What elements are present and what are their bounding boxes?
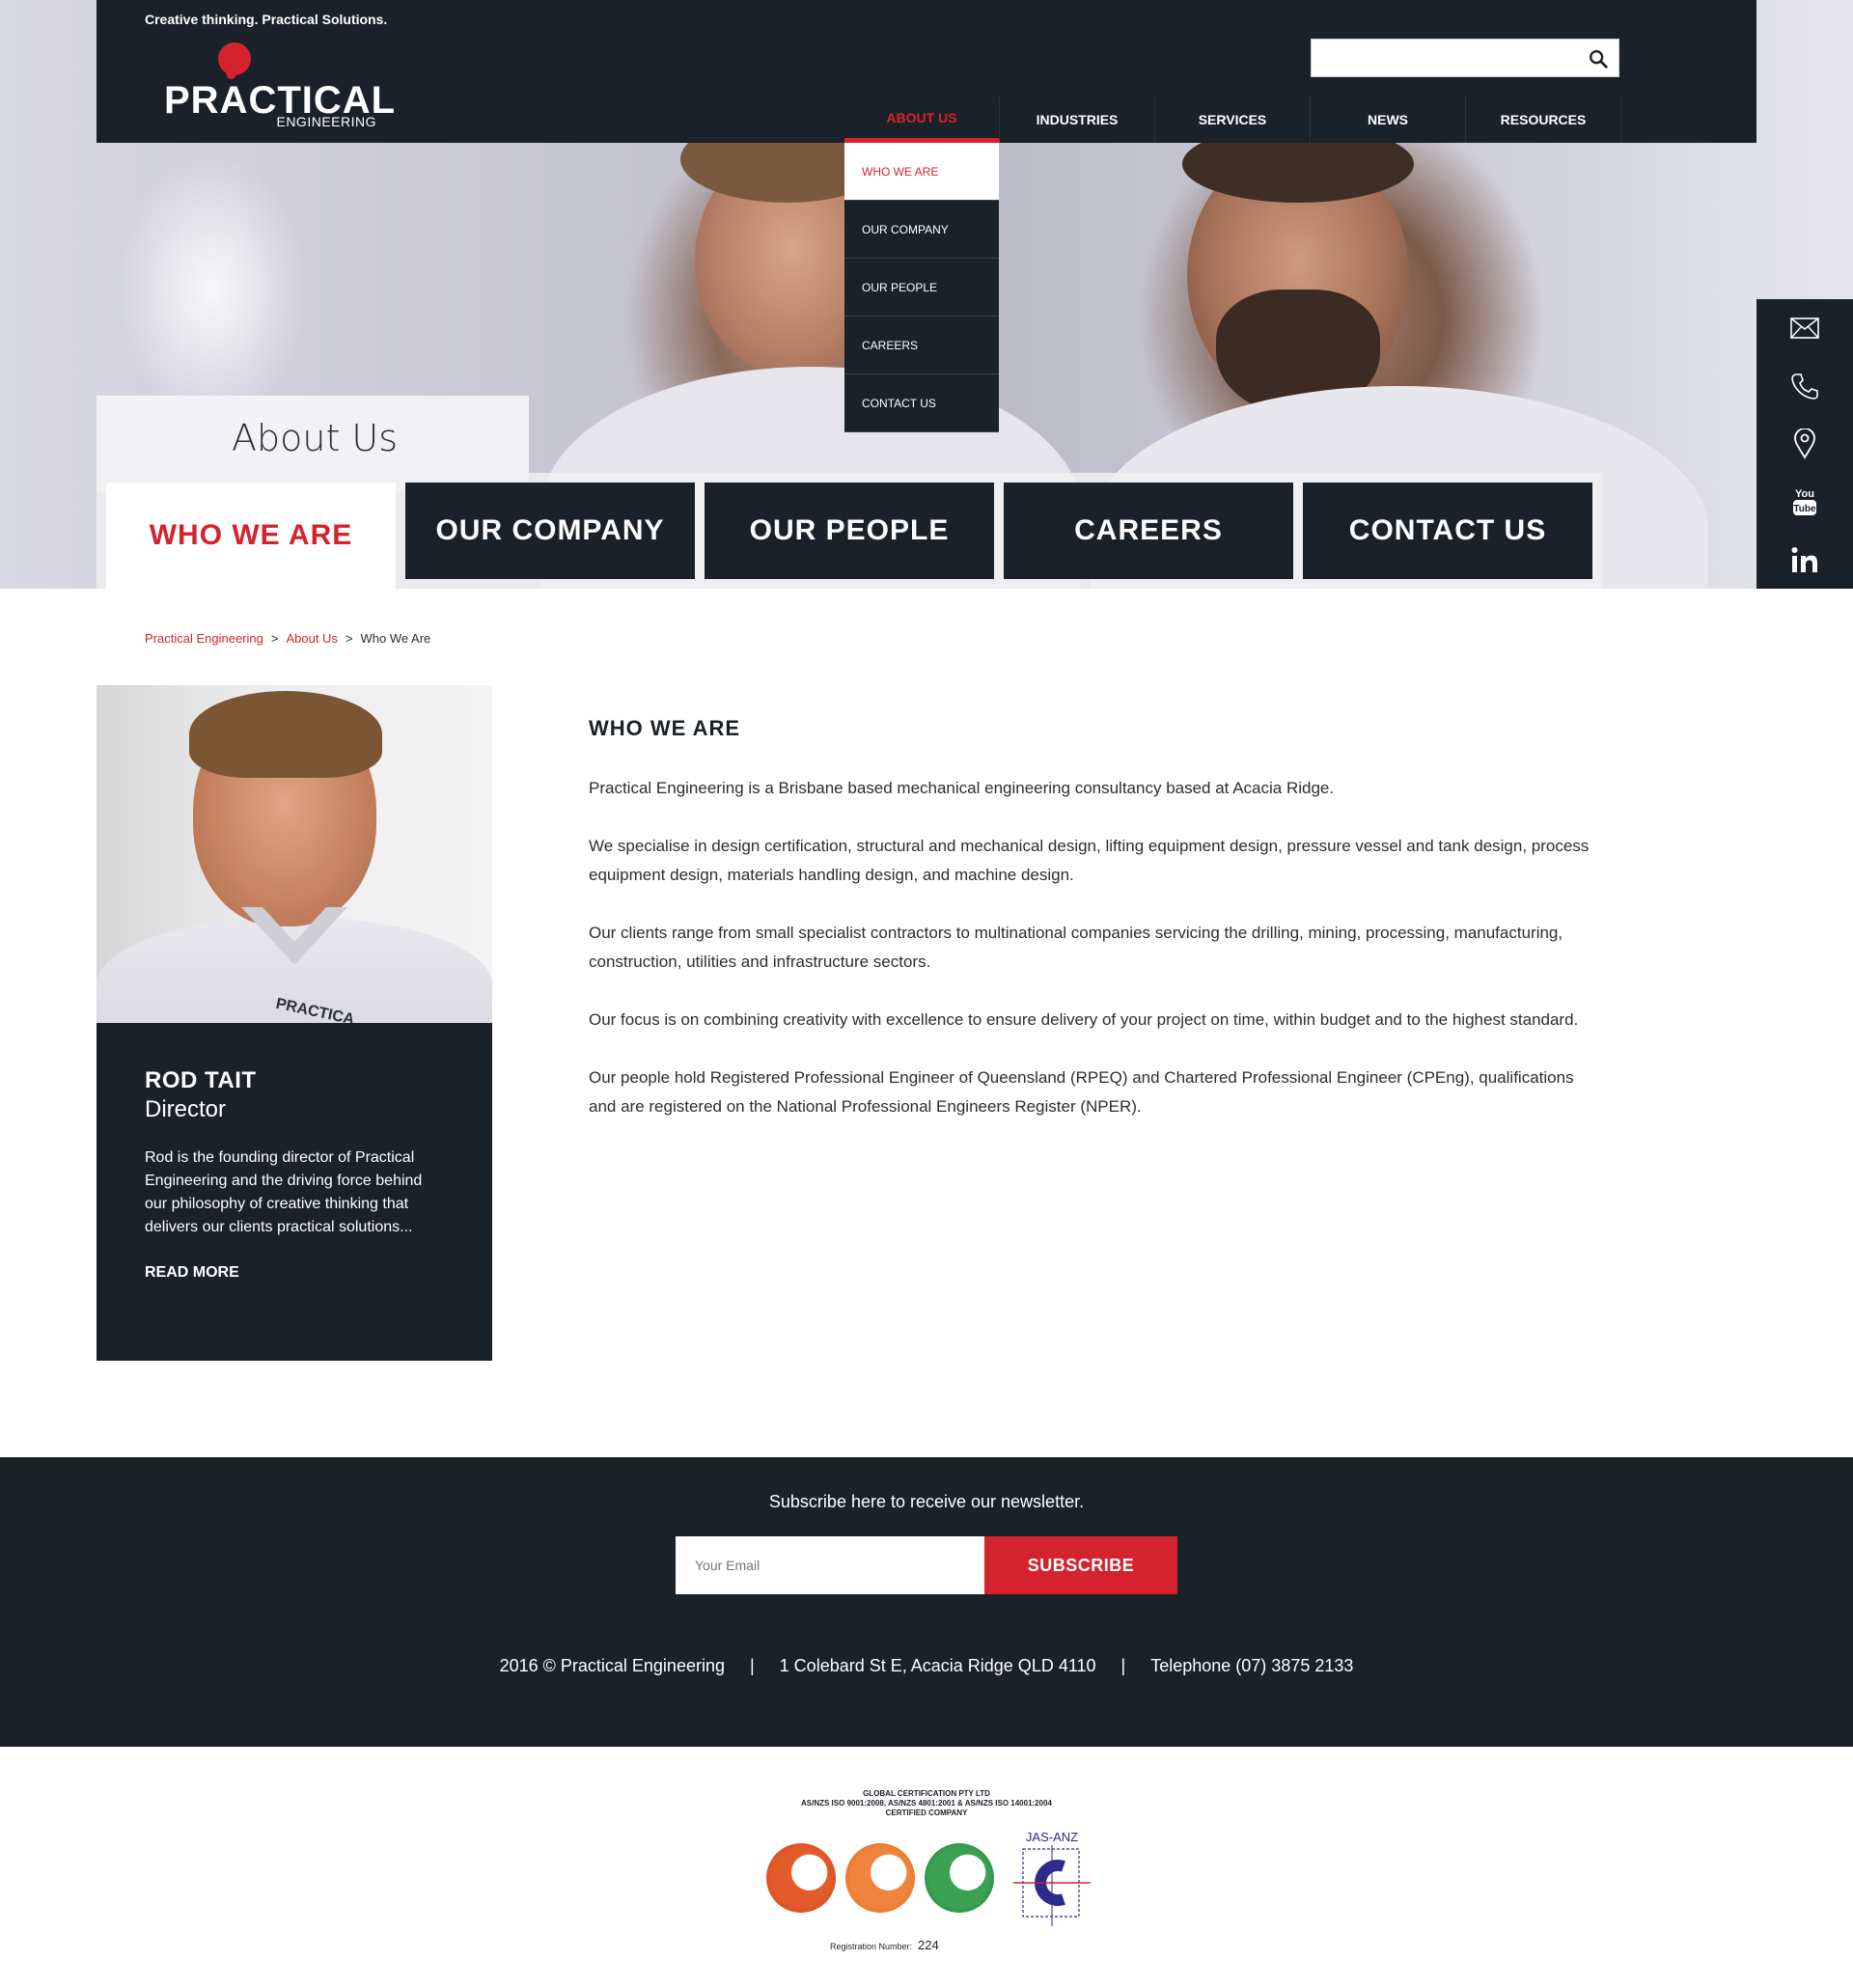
search-input[interactable] — [1312, 40, 1572, 76]
tab-careers[interactable]: CAREERS — [1004, 483, 1293, 579]
newsletter-text: Subscribe here to receive our newsletter… — [768, 1492, 1085, 1511]
address-text: 1 Colebard St E, Acacia Ridge QLD 4110 — [779, 1656, 1096, 1675]
youtube-icon: You Tube — [1793, 488, 1816, 515]
section-tabs: WHO WE ARE OUR COMPANY OUR PEOPLE CAREER… — [106, 483, 1592, 589]
certification-badge: GLOBAL CERTIFICATION PTY LTD AS/NZS ISO … — [753, 1783, 1100, 1957]
safety-ring-icon — [845, 1843, 915, 1913]
phone-icon — [1791, 373, 1818, 400]
director-photo: PRACTICA — [97, 685, 492, 1023]
copyright-text: 2016 © Practical Engineering — [499, 1656, 725, 1675]
youtube-link[interactable]: You Tube — [1756, 473, 1853, 531]
about-us-dropdown-menu: WHO WE ARE OUR COMPANY OUR PEOPLE CAREER… — [844, 143, 999, 432]
subscribe-button[interactable]: SUBSCRIBE — [984, 1536, 1177, 1594]
dropdown-item-contact-us[interactable]: CONTACT US — [844, 374, 999, 432]
breadcrumb-separator: > — [270, 631, 279, 646]
footer-info: 2016 © Practical Engineering | 1 Colebard … — [0, 1656, 1853, 1676]
nav-item-services[interactable]: SERVICES — [1155, 97, 1311, 143]
linkedin-icon — [1791, 547, 1817, 572]
hero-title: About Us — [232, 417, 399, 459]
article-paragraph: Our focus is on combining creativity wit… — [589, 1010, 1579, 1029]
newsletter-form: SUBSCRIBE — [676, 1536, 1177, 1594]
director-description: Rod is the founding director of Practica… — [145, 1149, 423, 1235]
environment-ring-icon — [925, 1843, 994, 1913]
email-icon — [1790, 318, 1819, 339]
site-header: Creative thinking. Practical Solutions. … — [97, 0, 1756, 143]
tagline: Creative thinking. Practical Solutions. — [145, 12, 388, 27]
tab-our-company[interactable]: OUR COMPANY — [405, 483, 695, 579]
main-article: WHO WE ARE Practical Engineering is a Br… — [589, 716, 1592, 1150]
article-paragraph: We specialise in design certification, s… — [589, 837, 1590, 884]
cert-company: GLOBAL CERTIFICATION PTY LTD — [863, 1789, 990, 1798]
page: Creative thinking. Practical Solutions. … — [0, 0, 1853, 1988]
article-paragraph: Practical Engineering is a Brisbane base… — [589, 779, 1335, 797]
breadcrumb-home-link[interactable]: Practical Engineering — [145, 631, 263, 646]
newsletter-email-input[interactable] — [676, 1536, 984, 1594]
jas-anz-label: JAS-ANZ — [1025, 1830, 1079, 1844]
cert-status: CERTIFIED COMPANY — [885, 1809, 968, 1817]
logo-subtitle: ENGINEERING — [276, 114, 376, 129]
social-sidebar: You Tube — [1756, 299, 1853, 589]
registration-number: Registration Number: 224 — [830, 1938, 939, 1952]
main-navigation: ABOUT US INDUSTRIES SERVICES NEWS RESOUR… — [844, 97, 1621, 143]
article-paragraph: Our people hold Registered Professional … — [589, 1068, 1574, 1116]
dropdown-item-our-company[interactable]: OUR COMPANY — [844, 201, 999, 259]
location-link[interactable] — [1756, 415, 1853, 473]
svg-text:You: You — [1795, 488, 1814, 500]
registration-label: Registration Number: — [830, 1942, 913, 1951]
tab-who-we-are[interactable]: WHO WE ARE — [106, 483, 396, 589]
nav-item-resources[interactable]: RESOURCES — [1466, 97, 1621, 143]
breadcrumb-current: Who We Are — [360, 631, 431, 646]
location-pin-icon — [1794, 428, 1815, 459]
jas-anz-mark-icon — [1013, 1845, 1091, 1926]
article-heading: WHO WE ARE — [589, 716, 741, 740]
breadcrumb-separator: > — [345, 631, 353, 646]
search-box — [1311, 39, 1619, 77]
phone-link[interactable] — [1756, 357, 1853, 415]
footer-divider: | — [749, 1656, 755, 1675]
email-link[interactable] — [1756, 299, 1853, 357]
read-more-link[interactable]: READ MORE — [145, 1264, 239, 1282]
director-name: ROD TAIT — [145, 1067, 257, 1093]
article-paragraph: Our clients range from small specialist … — [589, 924, 1563, 971]
telephone-text: Telephone (07) 3875 2133 — [1150, 1656, 1354, 1675]
breadcrumb-section-link[interactable]: About Us — [286, 631, 337, 646]
tab-contact-us[interactable]: CONTACT US — [1303, 483, 1592, 579]
jas-anz-logo: JAS-ANZ — [1013, 1830, 1091, 1926]
svg-text:Tube: Tube — [1793, 504, 1816, 514]
linkedin-link[interactable] — [1756, 531, 1853, 589]
director-bio-card: ROD TAIT Director Rod is the founding di… — [97, 1023, 492, 1361]
logo-mark-icon — [218, 42, 251, 75]
footer-divider: | — [1120, 1656, 1126, 1675]
site-logo[interactable]: PRACTICAL ENGINEERING — [164, 39, 395, 135]
nav-item-news[interactable]: NEWS — [1311, 97, 1466, 143]
site-footer: Subscribe here to receive our newsletter… — [0, 1457, 1853, 1747]
quality-ring-icon — [766, 1843, 836, 1913]
dropdown-item-who-we-are[interactable]: WHO WE ARE — [844, 143, 999, 201]
search-icon[interactable] — [1588, 48, 1609, 69]
cert-standards: AS/NZS ISO 9001:2008, AS/NZS 4801:2001 &… — [801, 1799, 1052, 1808]
nav-item-industries[interactable]: INDUSTRIES — [1000, 97, 1155, 143]
dropdown-item-our-people[interactable]: OUR PEOPLE — [844, 259, 999, 317]
director-role: Director — [145, 1096, 227, 1122]
tab-our-people[interactable]: OUR PEOPLE — [705, 483, 994, 579]
breadcrumb: Practical Engineering > About Us > Who We Ar… — [145, 631, 430, 646]
dropdown-item-careers[interactable]: CAREERS — [844, 317, 999, 374]
registration-value: 224 — [918, 1938, 939, 1952]
nav-item-about-us[interactable]: ABOUT US — [844, 97, 1000, 143]
